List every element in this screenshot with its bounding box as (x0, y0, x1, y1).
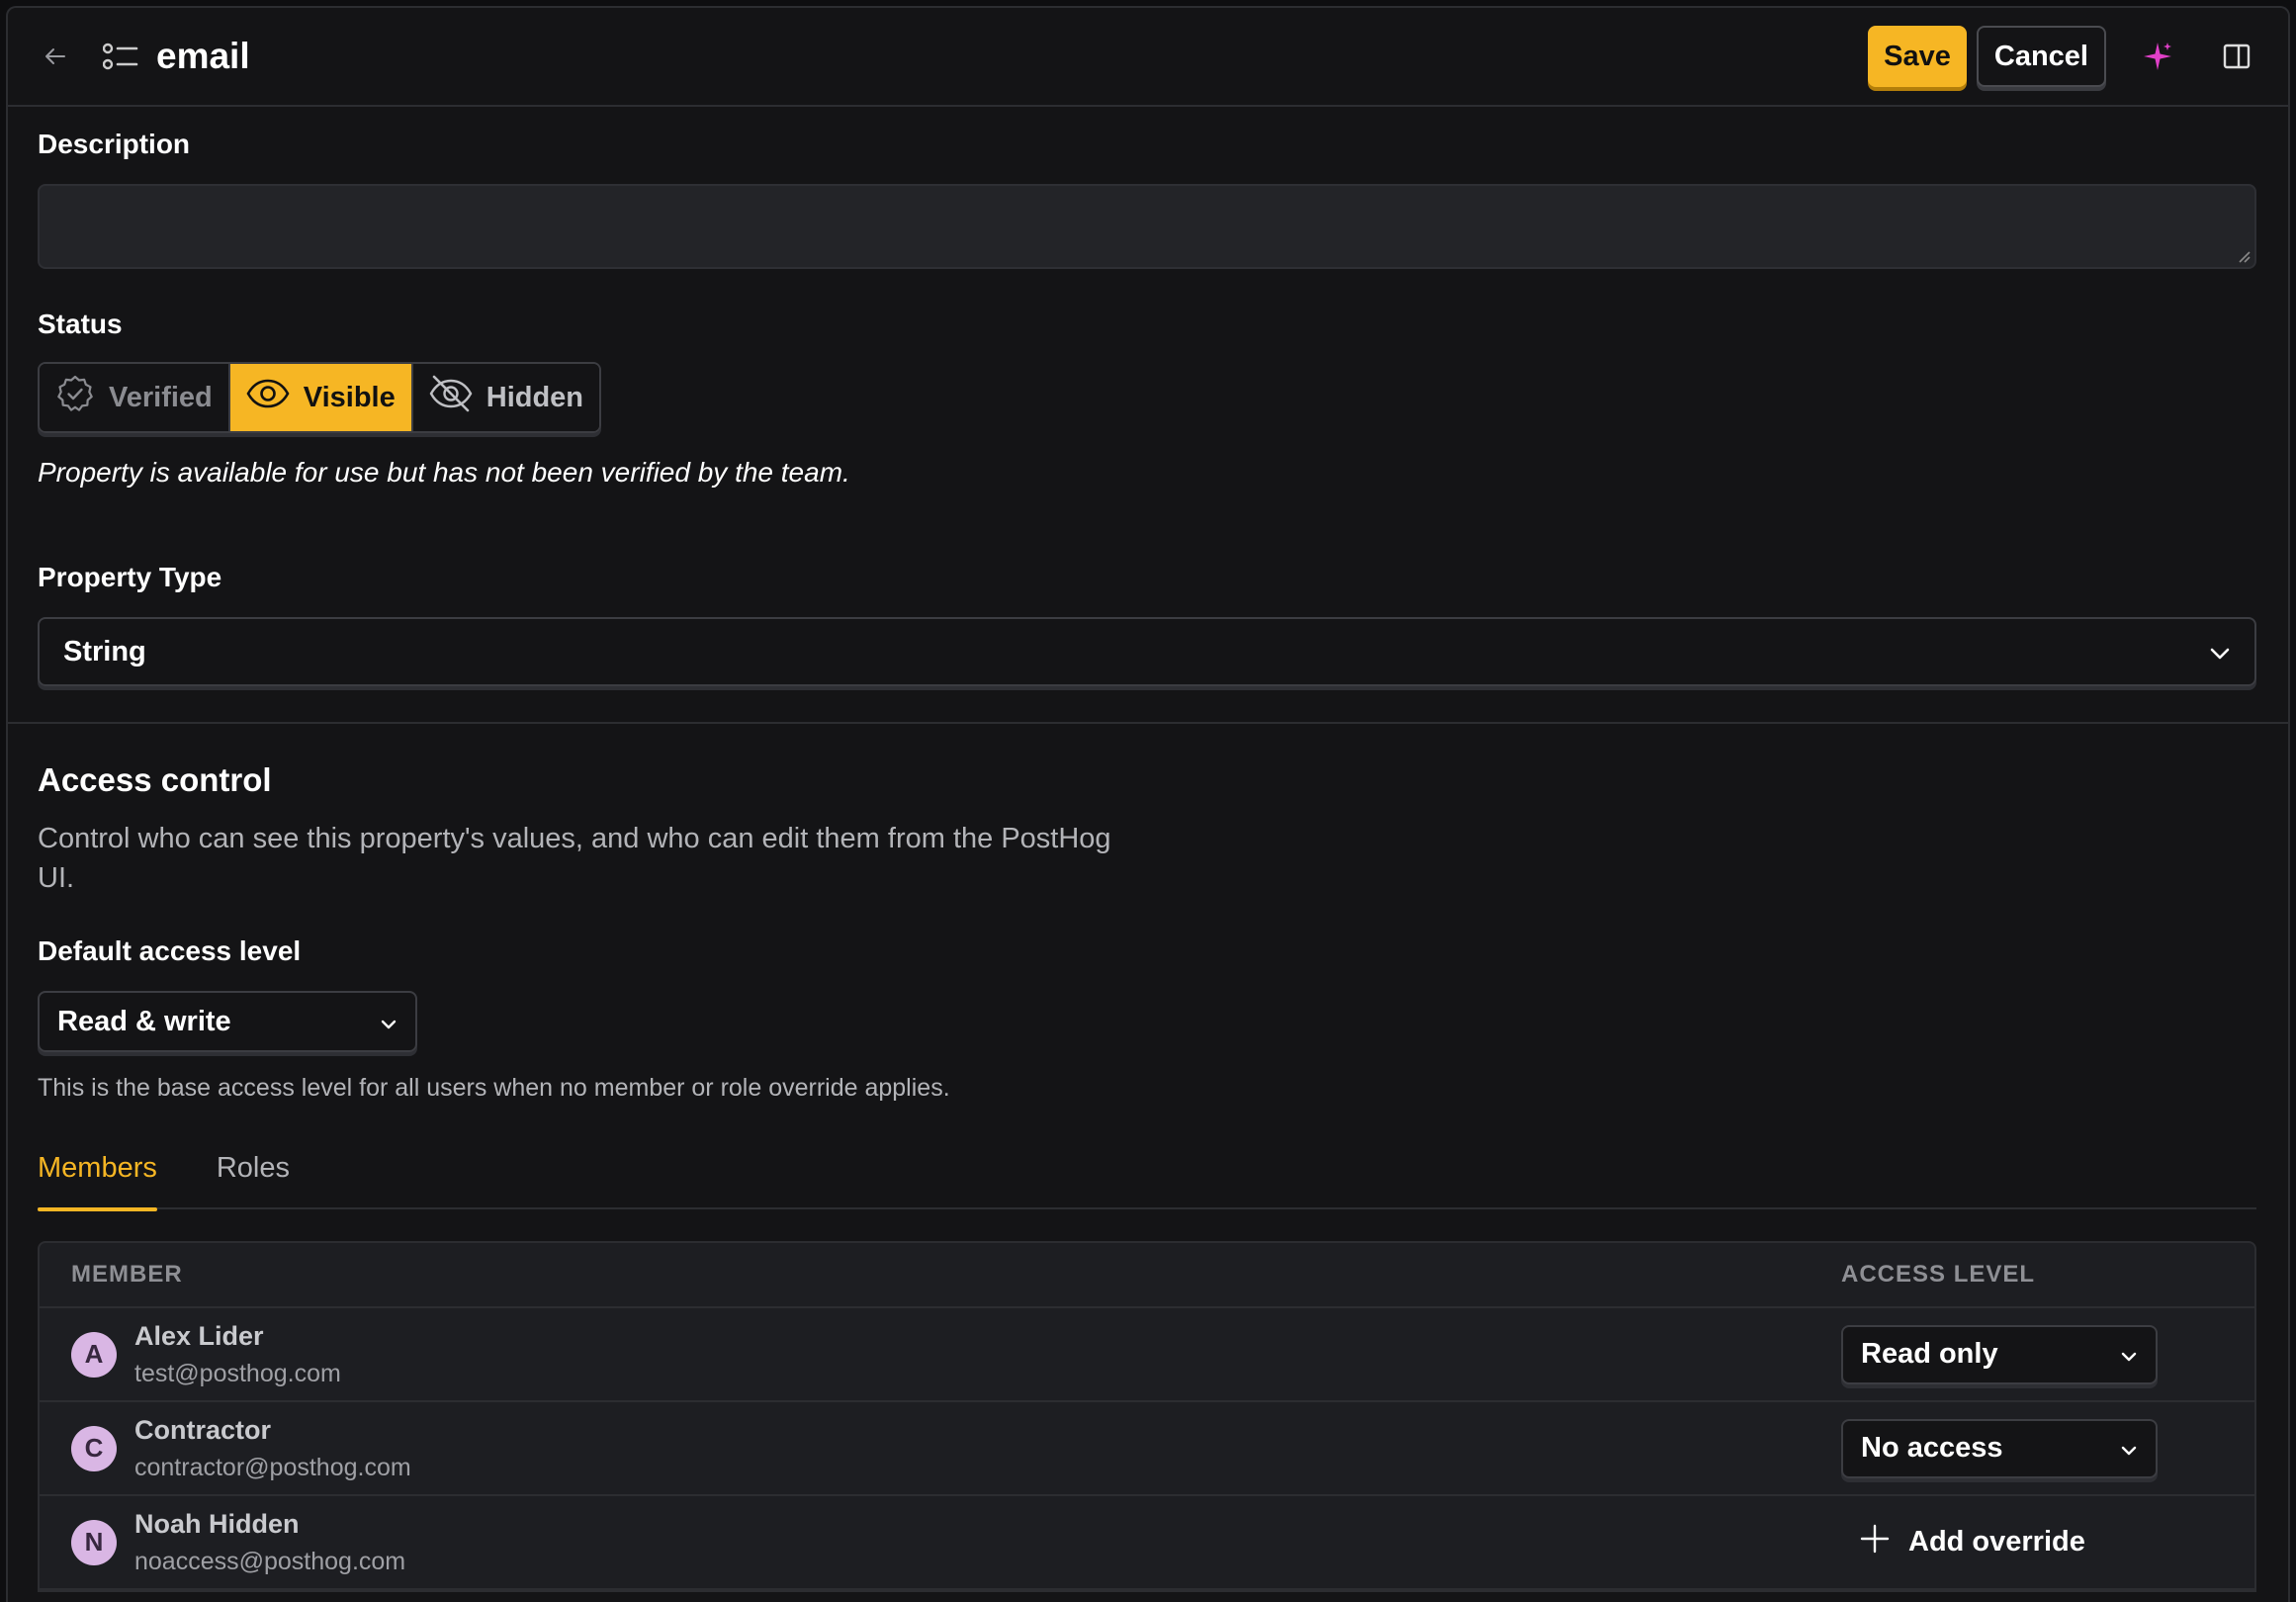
chevron-down-icon (380, 1006, 397, 1038)
member-access-value: Read only (1861, 1338, 1998, 1370)
property-type-value: String (63, 635, 146, 668)
property-list-icon (99, 35, 142, 78)
table-header: MEMBER ACCESS LEVEL (40, 1243, 2254, 1308)
chevron-down-icon (2209, 636, 2231, 668)
eye-icon (246, 378, 290, 417)
status-option-label: Hidden (486, 381, 584, 413)
header: email Save Cancel (8, 8, 2288, 107)
avatar: C (71, 1425, 117, 1471)
eye-off-icon (429, 374, 473, 421)
side-panel-icon[interactable] (2209, 29, 2264, 84)
default-access-hint: This is the base access level for all us… (38, 1074, 950, 1102)
tab-roles[interactable]: Roles (217, 1152, 290, 1209)
member-access-select[interactable]: No access (1841, 1418, 2158, 1478)
table-row: N Noah Hidden noaccess@posthog.com Add o… (40, 1496, 2254, 1590)
save-button[interactable]: Save (1868, 26, 1967, 87)
verified-badge-icon (55, 374, 95, 421)
member-name: Alex Lider (134, 1320, 264, 1351)
status-option-visible[interactable]: Visible (229, 364, 413, 431)
member-name: Noah Hidden (134, 1508, 300, 1539)
status-option-label: Visible (303, 381, 396, 413)
cancel-button[interactable]: Cancel (1976, 26, 2106, 87)
form-content: Description Status Verified Visible Hidd… (8, 129, 2288, 686)
table-row: C Contractor contractor@posthog.com No a… (40, 1402, 2254, 1496)
default-access-value: Read & write (57, 1005, 231, 1037)
tab-members[interactable]: Members (38, 1152, 157, 1211)
add-override-button[interactable]: Add override (1841, 1523, 2223, 1562)
status-hint: Property is available for use but has no… (38, 457, 850, 488)
property-type-label: Property Type (38, 562, 222, 592)
member-access-select[interactable]: Read only (1841, 1324, 2158, 1384)
access-control-description: Control who can see this property's valu… (38, 823, 1111, 894)
default-access-select[interactable]: Read & write (38, 991, 417, 1052)
chevron-down-icon (2120, 1432, 2138, 1465)
default-access-label: Default access level (38, 935, 302, 966)
member-email: noaccess@posthog.com (134, 1547, 406, 1575)
member-email: contractor@posthog.com (134, 1453, 411, 1481)
members-table: MEMBER ACCESS LEVEL A Alex Lider test@po… (38, 1241, 2256, 1592)
member-name: Contractor (134, 1414, 272, 1445)
access-control-section: Access control Control who can see this … (8, 761, 2288, 1592)
table-row: A Alex Lider test@posthog.com Read only (40, 1308, 2254, 1402)
chevron-down-icon (2120, 1338, 2138, 1371)
description-label: Description (38, 129, 191, 159)
access-tabs: Members Roles (38, 1152, 2256, 1211)
resize-grip-icon[interactable] (2237, 249, 2251, 263)
column-header-access: ACCESS LEVEL (1841, 1261, 2036, 1288)
property-edit-panel: email Save Cancel Description Status Ver… (6, 6, 2290, 1602)
property-type-select[interactable]: String (38, 617, 2256, 686)
member-email: test@posthog.com (134, 1359, 341, 1387)
page-title: email (156, 36, 250, 76)
status-segmented-control: Verified Visible Hidden (38, 362, 602, 433)
access-control-title: Access control (38, 761, 272, 798)
sparkle-ai-icon[interactable] (2130, 29, 2185, 84)
column-header-member: MEMBER (71, 1261, 183, 1288)
avatar: N (71, 1519, 117, 1565)
member-access-value: No access (1861, 1432, 2003, 1464)
add-override-label: Add override (1908, 1526, 2085, 1558)
avatar: A (71, 1331, 117, 1378)
status-option-hidden[interactable]: Hidden (412, 364, 600, 431)
status-option-label: Verified (109, 381, 213, 413)
section-divider (8, 722, 2288, 724)
description-input[interactable] (38, 184, 2256, 269)
arrow-left-icon[interactable] (36, 37, 75, 76)
plus-icon (1859, 1523, 1891, 1562)
status-label: Status (38, 309, 123, 339)
status-option-verified[interactable]: Verified (40, 364, 230, 431)
